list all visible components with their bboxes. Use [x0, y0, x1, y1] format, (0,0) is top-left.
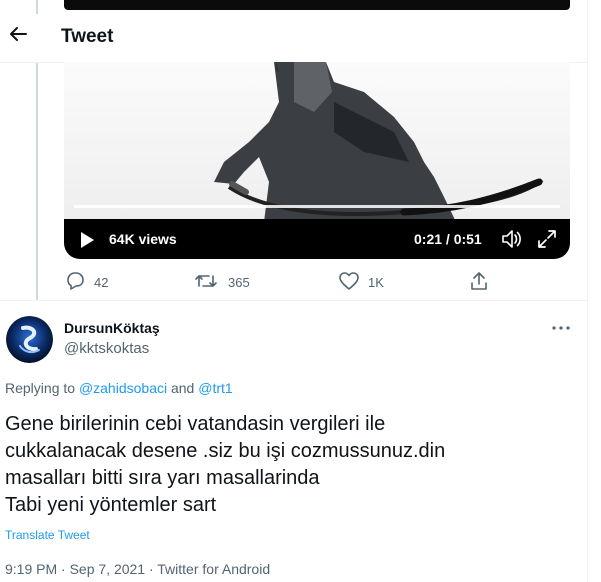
video-time: 0:21 / 0:51: [414, 231, 482, 247]
replying-and: and: [167, 380, 199, 396]
author-name[interactable]: DursunKöktaş: [64, 320, 160, 336]
reply-count: 42: [94, 275, 109, 290]
mention-link[interactable]: @trt1: [198, 380, 232, 396]
share-icon: [471, 272, 487, 290]
retweet-count: 365: [228, 275, 250, 290]
tweet-timestamp[interactable]: 9:19 PM · Sep 7, 2021 · Twitter for Andr…: [5, 561, 270, 577]
fullscreen-icon[interactable]: [536, 228, 558, 250]
arrow-left-icon[interactable]: [8, 24, 28, 44]
play-icon[interactable]: [79, 231, 95, 249]
replying-to: Replying to @zahidsobaci and @trt1: [5, 380, 233, 396]
reply-action[interactable]: 42: [64, 270, 108, 292]
column-border: [587, 0, 588, 582]
replying-prefix: Replying to: [5, 380, 79, 396]
retweet-icon: [195, 275, 217, 287]
video-player[interactable]: 64K views 0:21 / 0:51: [64, 62, 570, 259]
reply-icon: [67, 272, 84, 290]
like-count: 1K: [368, 275, 384, 290]
volume-icon[interactable]: [500, 228, 522, 250]
previous-media-strip: [64, 0, 570, 10]
mention-link[interactable]: @zahidsobaci: [79, 380, 167, 396]
more-options-icon[interactable]: [552, 326, 570, 330]
video-figure-image: [214, 62, 544, 222]
avatar-logo-image: [6, 316, 53, 363]
video-controls: 64K views 0:21 / 0:51: [64, 219, 570, 259]
page-title: Tweet: [61, 26, 114, 47]
share-action[interactable]: [468, 270, 490, 292]
author-handle[interactable]: @kktskoktas: [64, 340, 149, 357]
tweet-text: Gene birilerinin cebi vatandasin vergile…: [5, 413, 446, 516]
retweet-action[interactable]: 365: [194, 270, 250, 292]
like-icon: [339, 272, 359, 290]
view-count: 64K views: [109, 231, 177, 247]
tweet-header: Tweet: [0, 14, 587, 62]
avatar[interactable]: [6, 316, 53, 363]
translate-tweet-link[interactable]: Translate Tweet: [5, 528, 90, 542]
like-action[interactable]: 1K: [338, 270, 384, 292]
video-progress-bar[interactable]: [74, 205, 560, 208]
tweet-action-bar: 42 365 1K: [64, 270, 494, 294]
tweet-divider: [0, 300, 587, 301]
